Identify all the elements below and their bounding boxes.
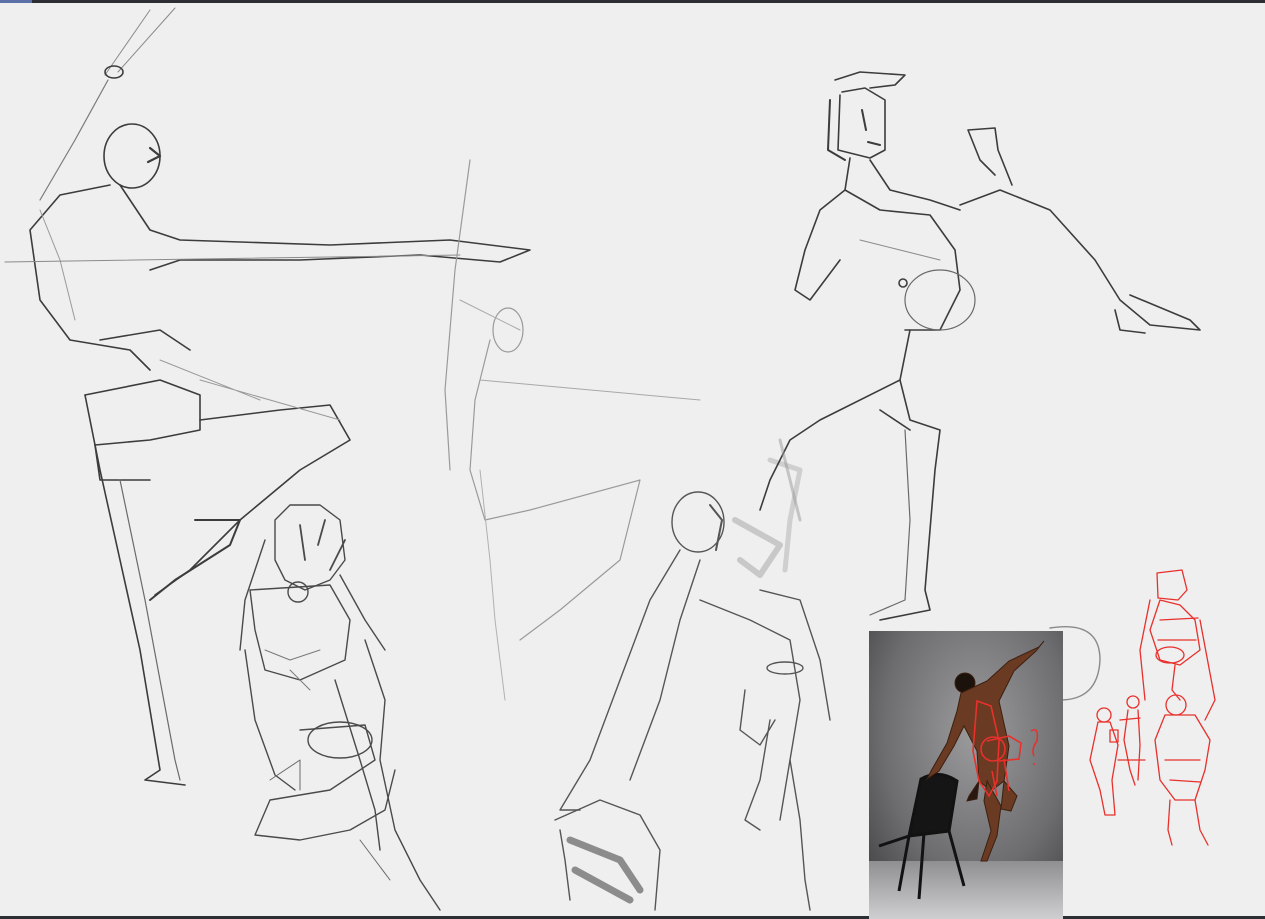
- reference-photo[interactable]: ?: [869, 631, 1063, 919]
- figure-seated-woman: [239, 504, 441, 911]
- sketch-layer: [4, 7, 1216, 911]
- reference-annotation-text: ?: [869, 631, 878, 635]
- figure-left-dancer: [4, 7, 531, 786]
- figure-right-kick: [759, 71, 1201, 621]
- drawing-app: ?: [0, 0, 1265, 919]
- red-mannequin-studies: [1089, 569, 1216, 846]
- reference-photo-image: ?: [869, 631, 1063, 919]
- figure-faint-center: [444, 159, 701, 701]
- drawing-canvas[interactable]: ?: [0, 3, 1265, 919]
- figure-bending: [554, 457, 831, 911]
